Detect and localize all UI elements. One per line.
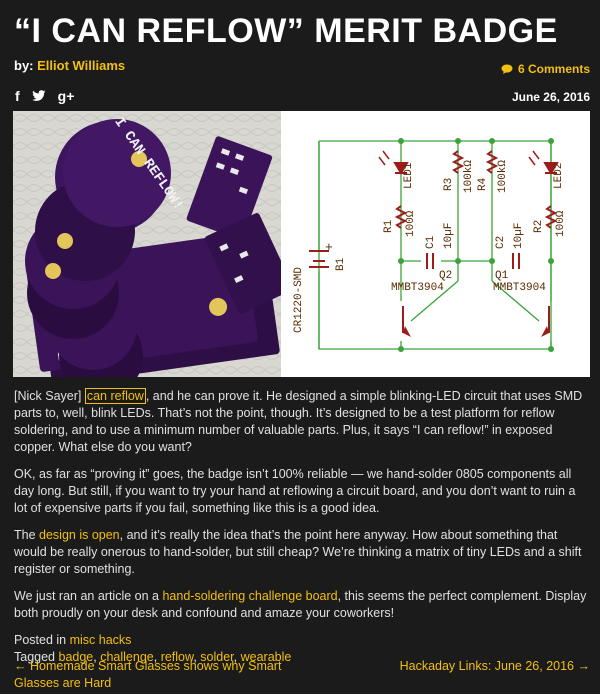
article-title: “I CAN REFLOW” MERIT BADGE [14,12,558,50]
label-r2-value: 100Ω [555,210,567,237]
label-r3: R3 [443,178,455,191]
label-b1-value: CR1220-SMD [293,267,305,333]
label-r4: R4 [477,177,489,191]
label-q1: Q1 [495,270,509,282]
byline: by: Elliot Williams [14,58,125,73]
label-r1: R1 [383,219,395,233]
next-post-link[interactable]: Hackaday Links: June 26, 2016 → [400,658,590,675]
label-c2-value: 10µF [513,223,525,249]
label-q1-value: MMBT3904 [493,282,546,294]
comments-link[interactable]: 6 Comments [501,62,590,76]
facebook-icon[interactable]: f [15,88,20,104]
p1-text-a: [Nick Sayer] [14,389,85,403]
label-plus: + [325,240,333,255]
label-r2: R2 [533,220,545,233]
category-link[interactable]: misc hacks [70,633,132,647]
comments-count: 6 Comments [517,62,590,76]
paragraph-1: [Nick Sayer] can reflow, and he can prov… [14,388,590,456]
label-r4-value: 100kΩ [497,160,509,193]
label-q2: Q2 [439,270,452,282]
author-link[interactable]: Elliot Williams [37,58,125,73]
byline-prefix: by: [14,58,34,73]
circuit-schematic: LED1 LED2 R1 100Ω R2 100Ω R3 100kΩ R4 10… [281,111,590,377]
p3-text-a: The [14,528,40,542]
label-led1: LED1 [403,162,415,189]
design-open-link[interactable]: design is open [39,528,120,542]
label-b1: B1 [335,257,347,271]
label-c2: C2 [495,236,507,249]
previous-post-link[interactable]: ← Homemade Smart Glasses shows why Smart… [14,658,314,692]
twitter-icon[interactable] [31,90,46,102]
label-led2: LED2 [553,163,565,189]
p4-text-a: We just ran an article on a [14,589,163,603]
article-body: [Nick Sayer] can reflow, and he can prov… [14,388,590,666]
google-plus-icon[interactable]: g+ [58,88,75,104]
paragraph-2: OK, as far as “proving it” goes, the bad… [14,467,576,515]
comment-bubble-icon [501,64,513,74]
paragraph-3: The design is open, and it’s really the … [14,527,590,578]
label-q2-value: MMBT3904 [391,282,444,294]
can-reflow-link[interactable]: can reflow [84,388,146,404]
posted-in: Posted in misc hacks [14,632,590,649]
paragraph-4: We just ran an article on a hand-solderi… [14,588,590,622]
social-share-bar: f g+ [15,88,74,104]
label-c1: C1 [425,235,437,249]
label-c1-value: 10µF [443,223,455,249]
post-date: June 26, 2016 [511,90,590,104]
badge-photo: I CAN REFLOW! [13,111,281,377]
posted-in-label: Posted in [14,633,67,647]
article-page: “I CAN REFLOW” MERIT BADGE by: Elliot Wi… [0,0,600,694]
label-r3-value: 100kΩ [463,160,475,193]
label-r1-value: 100Ω [405,210,417,237]
challenge-board-link[interactable]: hand-soldering challenge board [162,589,337,603]
